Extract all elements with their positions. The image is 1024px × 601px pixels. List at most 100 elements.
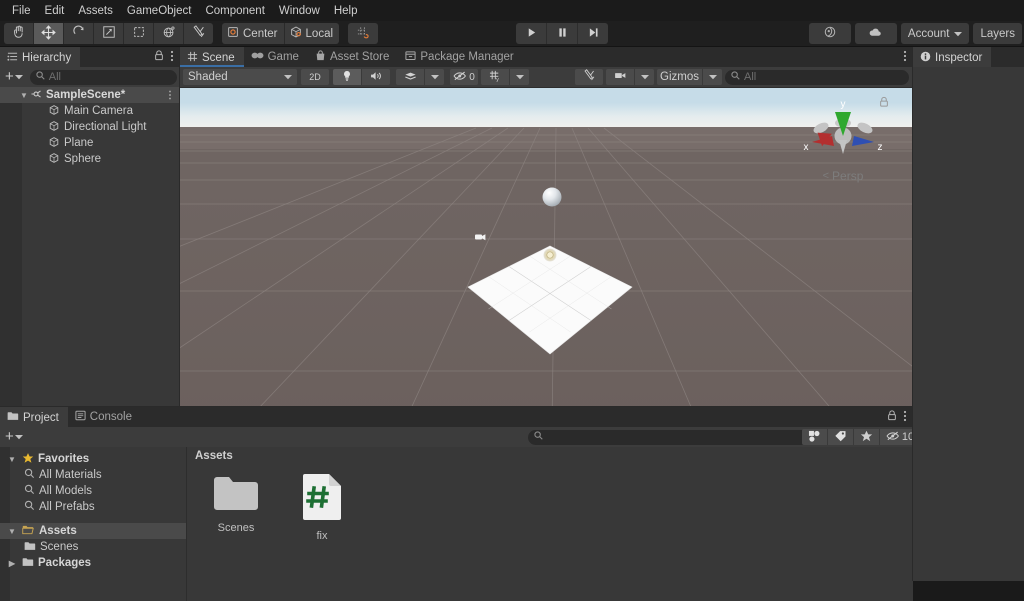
play-button[interactable]	[516, 23, 547, 44]
menu-gameobject[interactable]: GameObject	[120, 3, 199, 19]
scale-tool-button[interactable]	[94, 23, 124, 44]
account-button[interactable]: Account	[901, 23, 970, 44]
project-tabrow: Project Console	[0, 407, 913, 427]
asset-item-scenes[interactable]: Scenes	[197, 473, 275, 542]
expand-triangle-icon[interactable]: ▼	[6, 527, 18, 536]
hand-tool-button[interactable]	[4, 23, 34, 44]
account-label: Account	[908, 28, 950, 40]
rotate-tool-button[interactable]	[64, 23, 94, 44]
menu-component[interactable]: Component	[198, 3, 271, 19]
menu-help[interactable]: Help	[327, 3, 365, 19]
transform-tool-button[interactable]	[154, 23, 184, 44]
tab-game[interactable]: Game	[244, 47, 308, 67]
rotation-mode-button[interactable]: Local	[285, 23, 340, 44]
hierarchy-row-sphere[interactable]: Sphere	[0, 151, 180, 167]
toggle-effects-button[interactable]	[396, 69, 425, 85]
step-icon	[588, 27, 599, 41]
menu-edit[interactable]: Edit	[38, 3, 72, 19]
effects-dropdown-button[interactable]	[425, 69, 444, 85]
step-button[interactable]	[578, 23, 608, 44]
project-row-packages[interactable]: ▶ Packages	[0, 555, 186, 571]
scene-viewport[interactable]: y x z < Persp	[180, 88, 913, 428]
hierarchy-menu-icon[interactable]	[170, 50, 174, 65]
toggle-lighting-button[interactable]	[333, 69, 362, 85]
project-toolbar: +	[0, 427, 913, 447]
gizmos-dropdown[interactable]	[703, 69, 722, 85]
scene-menu-icon[interactable]: ⋮	[165, 90, 175, 101]
transform-icon	[162, 25, 176, 42]
wrench-icon	[192, 25, 206, 42]
draw-mode-dropdown[interactable]: Shaded	[183, 69, 297, 85]
scene-project-divider[interactable]	[0, 406, 913, 407]
inspector-body[interactable]	[913, 67, 1024, 581]
scene-menu-icon[interactable]	[903, 50, 907, 65]
svg-text:y: y	[496, 77, 499, 82]
project-row-all-prefabs[interactable]: All Prefabs	[0, 499, 186, 515]
project-row-all-models[interactable]: All Models	[0, 483, 186, 499]
grid-dropdown-button[interactable]	[510, 69, 529, 85]
scene-search-input[interactable]: All	[725, 70, 909, 85]
toggle-audio-button[interactable]	[362, 69, 390, 85]
pivot-mode-button[interactable]: Center	[222, 23, 285, 44]
lock-icon[interactable]	[887, 410, 897, 424]
project-row-all-materials[interactable]: All Materials	[0, 467, 186, 483]
menu-window[interactable]: Window	[272, 3, 327, 19]
folder-icon	[24, 541, 36, 554]
toggle-2d-button[interactable]: 2D	[301, 69, 329, 85]
expand-triangle-icon[interactable]: ▼	[18, 91, 30, 100]
hierarchy-row-main-camera[interactable]: Main Camera	[0, 103, 180, 119]
lock-icon[interactable]	[154, 50, 164, 64]
scene-orientation-gizmo[interactable]: y x z < Persp	[795, 90, 891, 190]
pause-button[interactable]	[547, 23, 578, 44]
tab-asset-store[interactable]: Asset Store	[308, 47, 398, 67]
gizmo-lock-icon[interactable]	[879, 96, 889, 111]
hierarchy-create-button[interactable]: +	[3, 71, 25, 83]
scene-camera-dropdown[interactable]	[635, 69, 654, 85]
collab-button[interactable]	[809, 23, 851, 44]
gizmos-button[interactable]: Gizmos	[657, 69, 703, 85]
scene-camera-button[interactable]	[606, 69, 635, 85]
collapse-triangle-icon[interactable]: ▶	[6, 559, 18, 568]
filter-by-favorite-button[interactable]	[854, 429, 880, 445]
project-menu-icon[interactable]	[903, 410, 907, 425]
hierarchy-row-scene[interactable]: ▼ SampleScene* ⋮	[0, 87, 180, 103]
center-inspector-divider[interactable]	[912, 47, 913, 581]
tab-inspector[interactable]: Inspector	[913, 47, 991, 67]
menu-assets[interactable]: Assets	[71, 3, 120, 19]
effects-icon	[404, 70, 417, 84]
project-tab-options	[887, 407, 910, 427]
search-icon	[24, 468, 35, 482]
project-row-scenes[interactable]: Scenes	[0, 539, 186, 555]
tab-console[interactable]: Console	[68, 407, 141, 427]
layers-button[interactable]: Layers	[973, 23, 1022, 44]
project-row-favorites[interactable]: ▼ Favorites	[0, 451, 186, 467]
rect-tool-button[interactable]	[124, 23, 154, 44]
tab-project[interactable]: Project	[0, 407, 68, 427]
project-create-button[interactable]: +	[3, 431, 25, 443]
filter-by-label-button[interactable]	[828, 429, 854, 445]
move-tool-button[interactable]	[34, 23, 64, 44]
grid-snapping-button[interactable]	[348, 23, 378, 44]
wrench-icon	[583, 69, 596, 85]
hidden-objects-button[interactable]: 0	[450, 69, 478, 85]
expand-triangle-icon[interactable]: ▼	[6, 455, 18, 464]
cloud-button[interactable]	[855, 23, 897, 44]
asset-item-fix[interactable]: fix	[283, 473, 361, 542]
scene-tools-button[interactable]	[575, 69, 603, 85]
hierarchy-row-directional-light[interactable]: Directional Light	[0, 119, 180, 135]
filter-by-type-button[interactable]	[802, 429, 828, 445]
hierarchy-search-input[interactable]: All	[30, 70, 177, 85]
hierarchy-scene-divider[interactable]	[179, 47, 180, 407]
tab-package-manager[interactable]: Package Manager	[398, 47, 522, 67]
tab-scene[interactable]: Scene	[180, 47, 244, 67]
grid-visibility-button[interactable]: y	[481, 69, 510, 85]
view-mode-indicator[interactable]: < Persp	[795, 169, 891, 183]
project-search-input[interactable]	[528, 430, 810, 445]
project-content[interactable]: Assets Scenes	[186, 447, 913, 601]
project-row-assets[interactable]: ▼ Assets	[0, 523, 186, 539]
custom-tool-button[interactable]	[184, 23, 213, 44]
menu-file[interactable]: File	[5, 3, 38, 19]
project-tree-label: Scenes	[40, 541, 78, 553]
tab-hierarchy[interactable]: Hierarchy	[0, 47, 80, 67]
hierarchy-row-plane[interactable]: Plane	[0, 135, 180, 151]
